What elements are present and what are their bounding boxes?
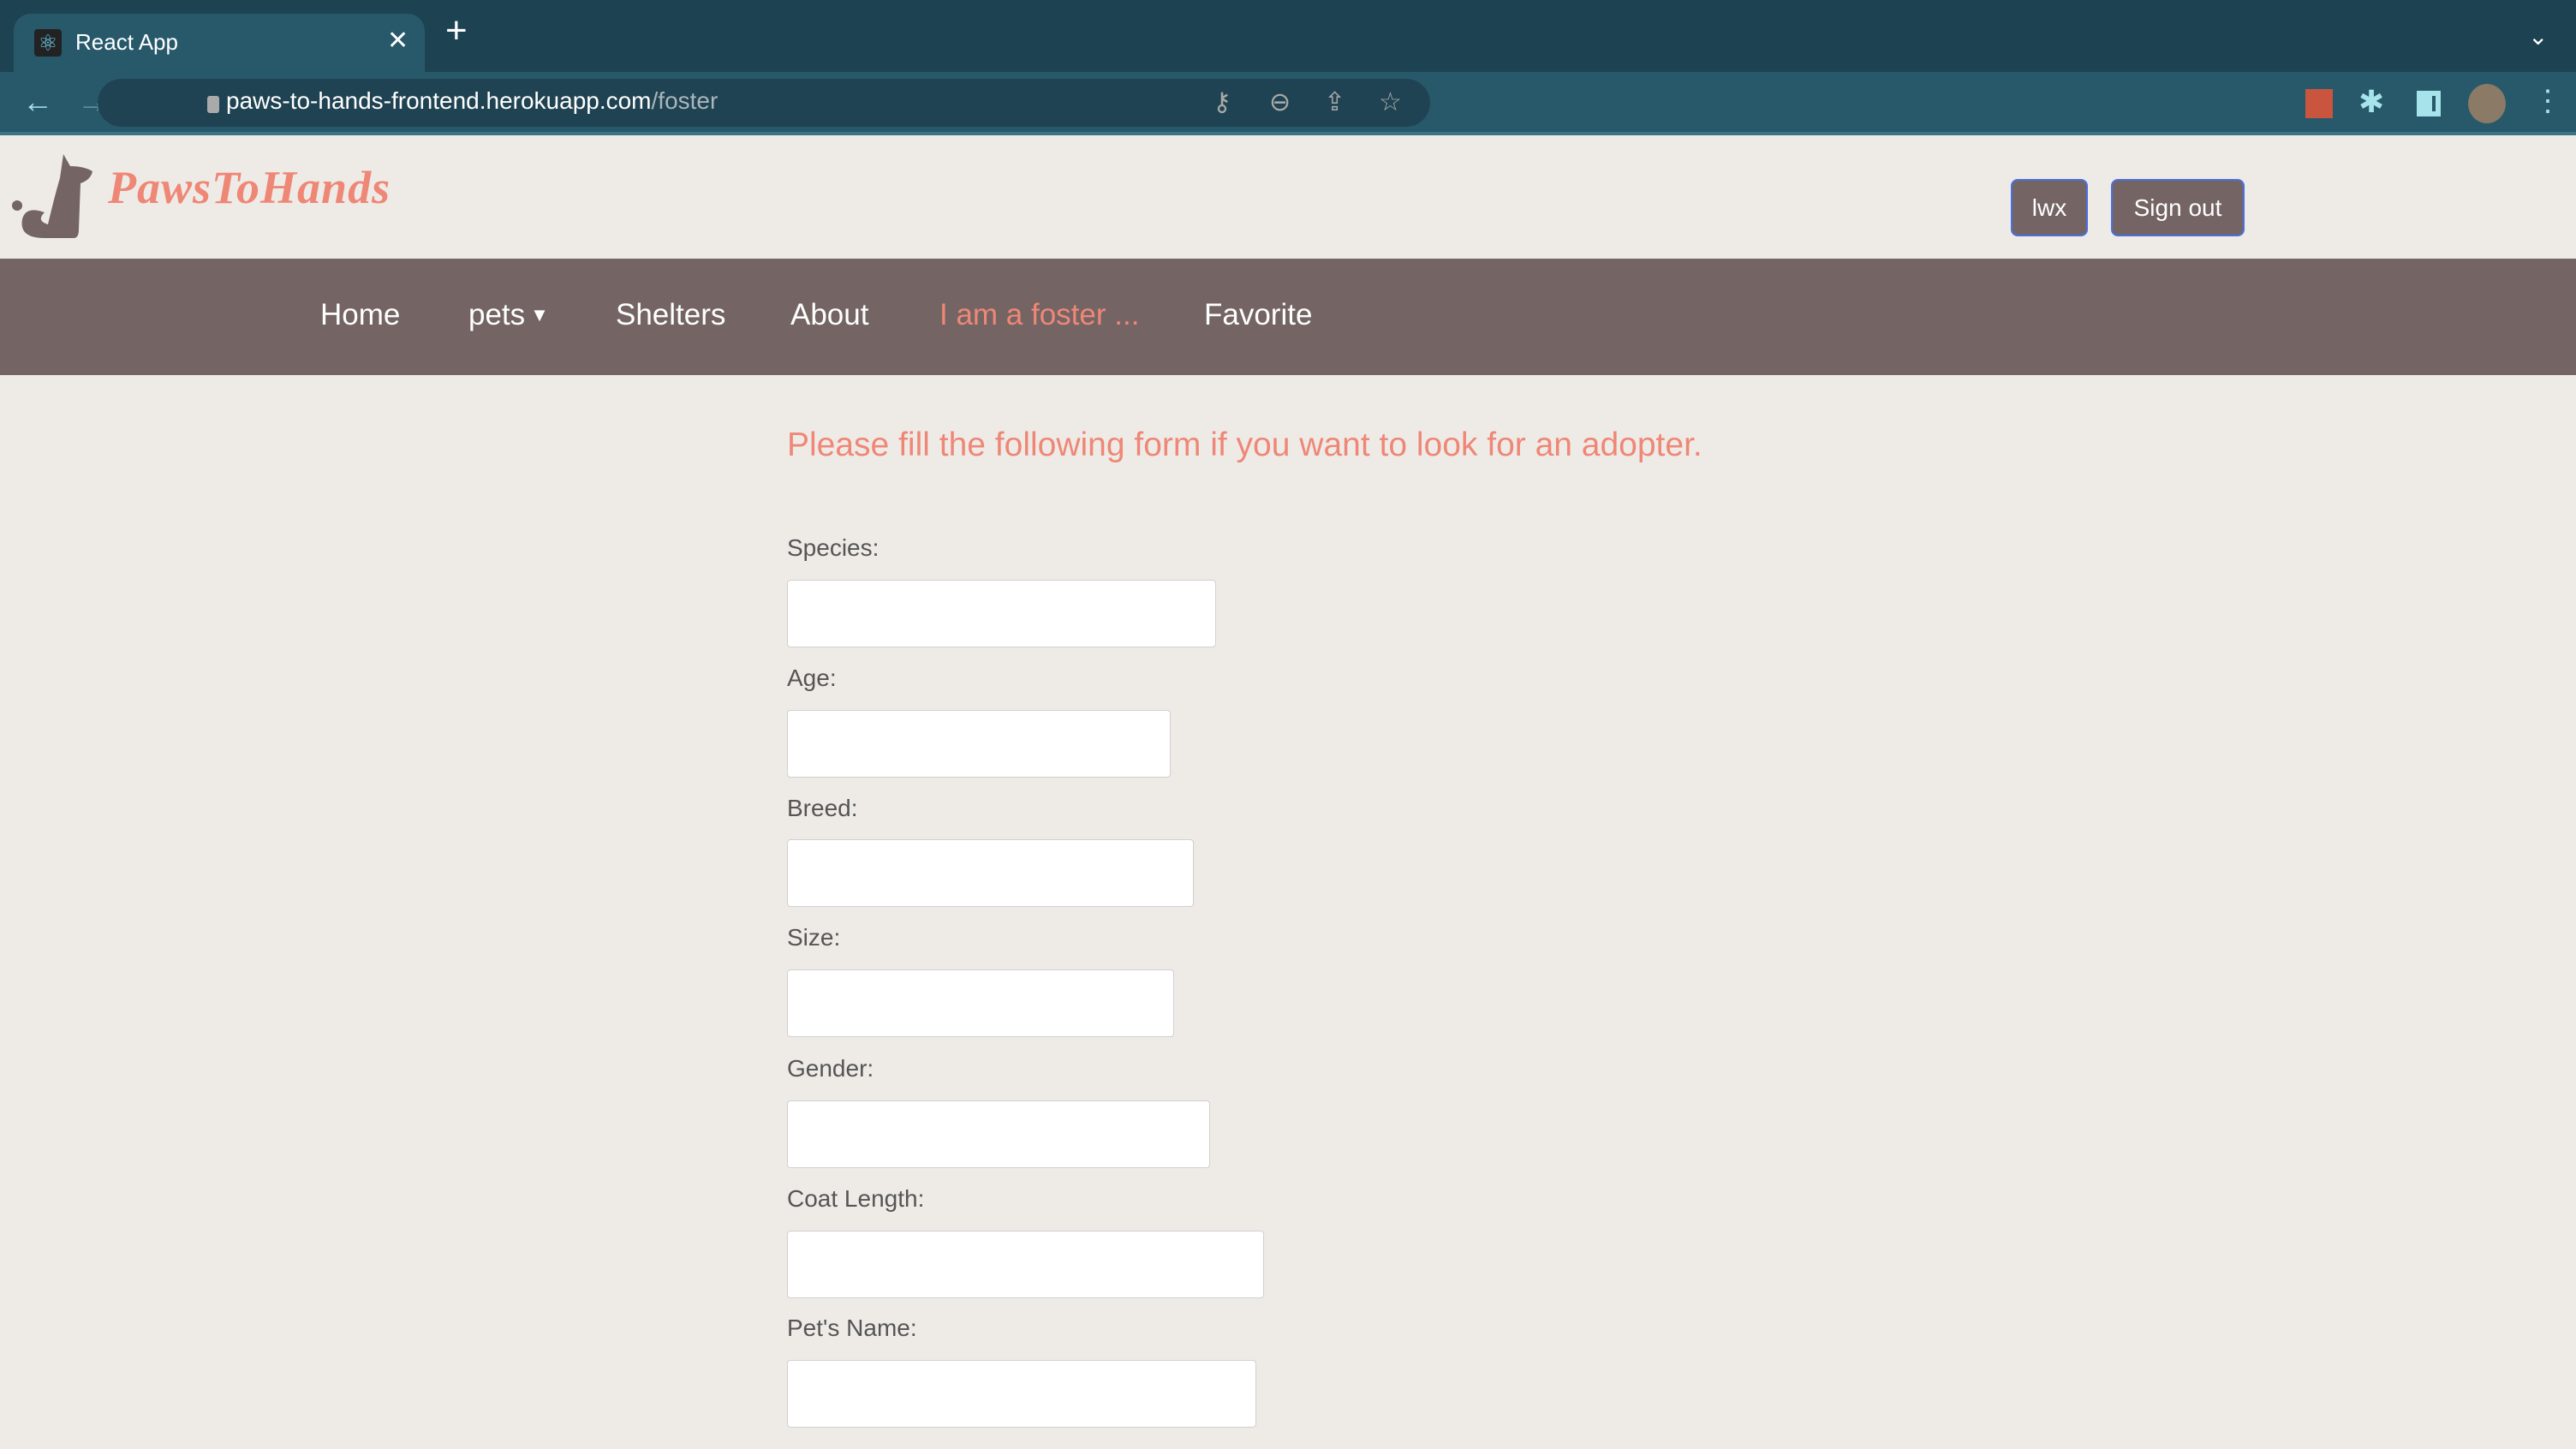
- side-panel-icon[interactable]: [2417, 91, 2441, 116]
- form-heading: Please fill the following form if you wa…: [787, 426, 1702, 463]
- breed-label: Breed:: [787, 795, 858, 821]
- back-icon[interactable]: ←: [22, 84, 53, 120]
- close-tab-icon[interactable]: ✕: [387, 26, 408, 56]
- user-button[interactable]: lwx: [2011, 179, 2088, 236]
- coat-length-label: Coat Length:: [787, 1185, 925, 1212]
- breed-input[interactable]: [787, 839, 1194, 907]
- zoom-out-icon[interactable]: ⊖: [1269, 87, 1291, 117]
- nav-home[interactable]: Home: [320, 298, 400, 332]
- profile-avatar[interactable]: [2468, 84, 2506, 123]
- caret-down-icon: ▼: [530, 304, 549, 325]
- url-path: /foster: [651, 87, 719, 114]
- browser-toolbar: ← → ↻ paws-to-hands-frontend.herokuapp.c…: [0, 72, 2576, 135]
- site-header: PawsToHands lwx Sign out: [0, 135, 2576, 259]
- url-text: paws-to-hands-frontend.herokuapp.com/fos…: [226, 87, 718, 115]
- gender-input[interactable]: [787, 1100, 1210, 1168]
- key-icon[interactable]: ⚷: [1213, 87, 1231, 117]
- browser-menu-icon[interactable]: ⋮: [2533, 84, 2562, 118]
- coat-length-input[interactable]: [787, 1231, 1264, 1298]
- age-label: Age:: [787, 665, 837, 691]
- species-label: Species:: [787, 534, 880, 561]
- nav-pets-label: pets: [468, 298, 526, 331]
- bookmark-star-icon[interactable]: ☆: [1379, 87, 1402, 117]
- share-icon[interactable]: ⇪: [1324, 87, 1345, 117]
- url-host: paws-to-hands-frontend.herokuapp.com: [226, 87, 652, 114]
- react-favicon-icon: ⚛: [34, 29, 62, 57]
- react-devtools-extension-icon[interactable]: [2305, 89, 2333, 118]
- main-nav: Home pets ▼ Shelters About I am a foster …: [0, 259, 2576, 375]
- tab-search-chevron-icon[interactable]: ⌄: [2528, 22, 2548, 51]
- dog-cat-logo-icon: [12, 154, 92, 238]
- size-input[interactable]: [787, 969, 1174, 1037]
- nav-about[interactable]: About: [790, 298, 868, 332]
- new-tab-icon[interactable]: +: [445, 12, 468, 50]
- browser-tab-strip: ⚛ React App ✕ + ⌄: [0, 0, 2576, 72]
- nav-shelters[interactable]: Shelters: [616, 298, 725, 332]
- extensions-puzzle-icon[interactable]: ✱: [2358, 84, 2384, 120]
- nav-foster[interactable]: I am a foster ...: [939, 298, 1139, 332]
- pet-name-input[interactable]: [787, 1360, 1256, 1428]
- species-input[interactable]: [787, 580, 1216, 647]
- lock-icon: [207, 96, 219, 113]
- tab-title: React App: [75, 29, 178, 55]
- address-bar[interactable]: paws-to-hands-frontend.herokuapp.com/fos…: [98, 79, 1430, 127]
- gender-label: Gender:: [787, 1055, 874, 1082]
- nav-pets-dropdown[interactable]: pets ▼: [468, 298, 549, 332]
- sign-out-button[interactable]: Sign out: [2111, 179, 2245, 236]
- size-label: Size:: [787, 924, 841, 951]
- brand-logo-text[interactable]: PawsToHands: [108, 161, 391, 214]
- age-input[interactable]: [787, 710, 1171, 778]
- browser-tab[interactable]: ⚛ React App ✕: [14, 14, 425, 72]
- nav-favorite[interactable]: Favorite: [1204, 298, 1312, 332]
- pet-name-label: Pet's Name:: [787, 1315, 917, 1341]
